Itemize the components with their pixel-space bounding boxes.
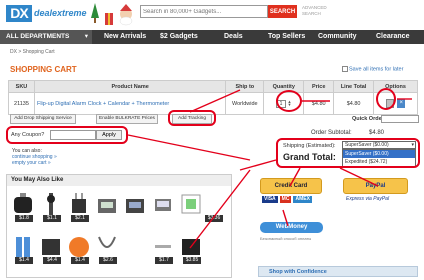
arrow-webmoney: [282, 209, 289, 227]
arrow-recommend: [189, 169, 251, 249]
annotation-arrows: [127, 89, 412, 249]
arrow-shipping-left: [239, 159, 277, 171]
arrow-paypal: [339, 167, 379, 187]
arrow-coupon: [127, 134, 251, 161]
arrow-tracking: [189, 89, 241, 113]
arrow-credit-card: [289, 167, 301, 187]
